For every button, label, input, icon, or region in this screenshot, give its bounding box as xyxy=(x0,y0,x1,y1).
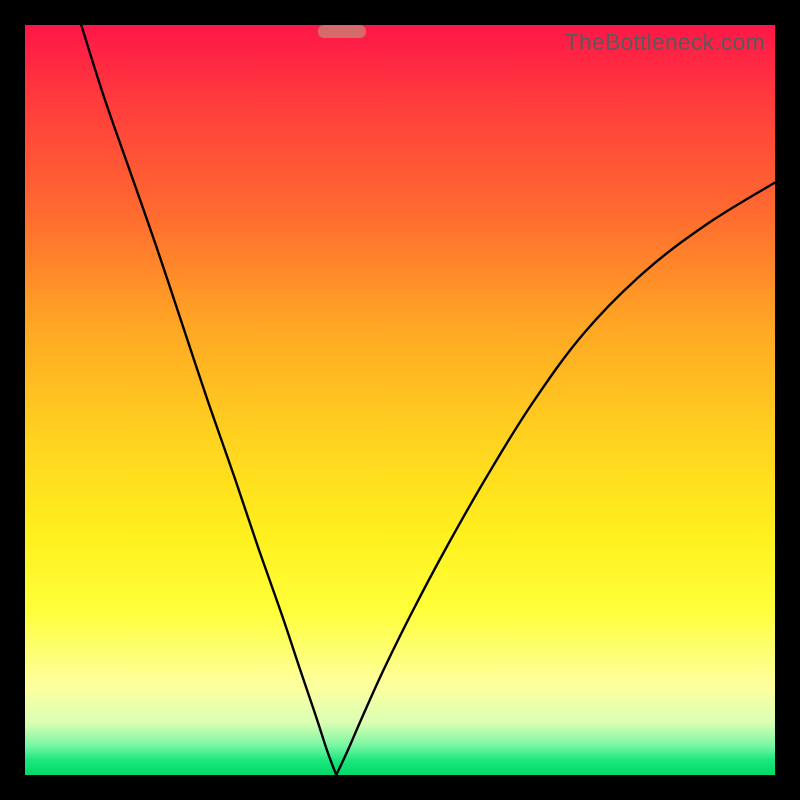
curve-right-branch xyxy=(336,183,775,776)
optimum-marker xyxy=(318,25,367,38)
bottleneck-curve xyxy=(25,25,775,775)
chart-frame: TheBottleneck.com xyxy=(0,0,800,800)
plot-area: TheBottleneck.com xyxy=(25,25,775,775)
curve-left-branch xyxy=(81,25,336,775)
